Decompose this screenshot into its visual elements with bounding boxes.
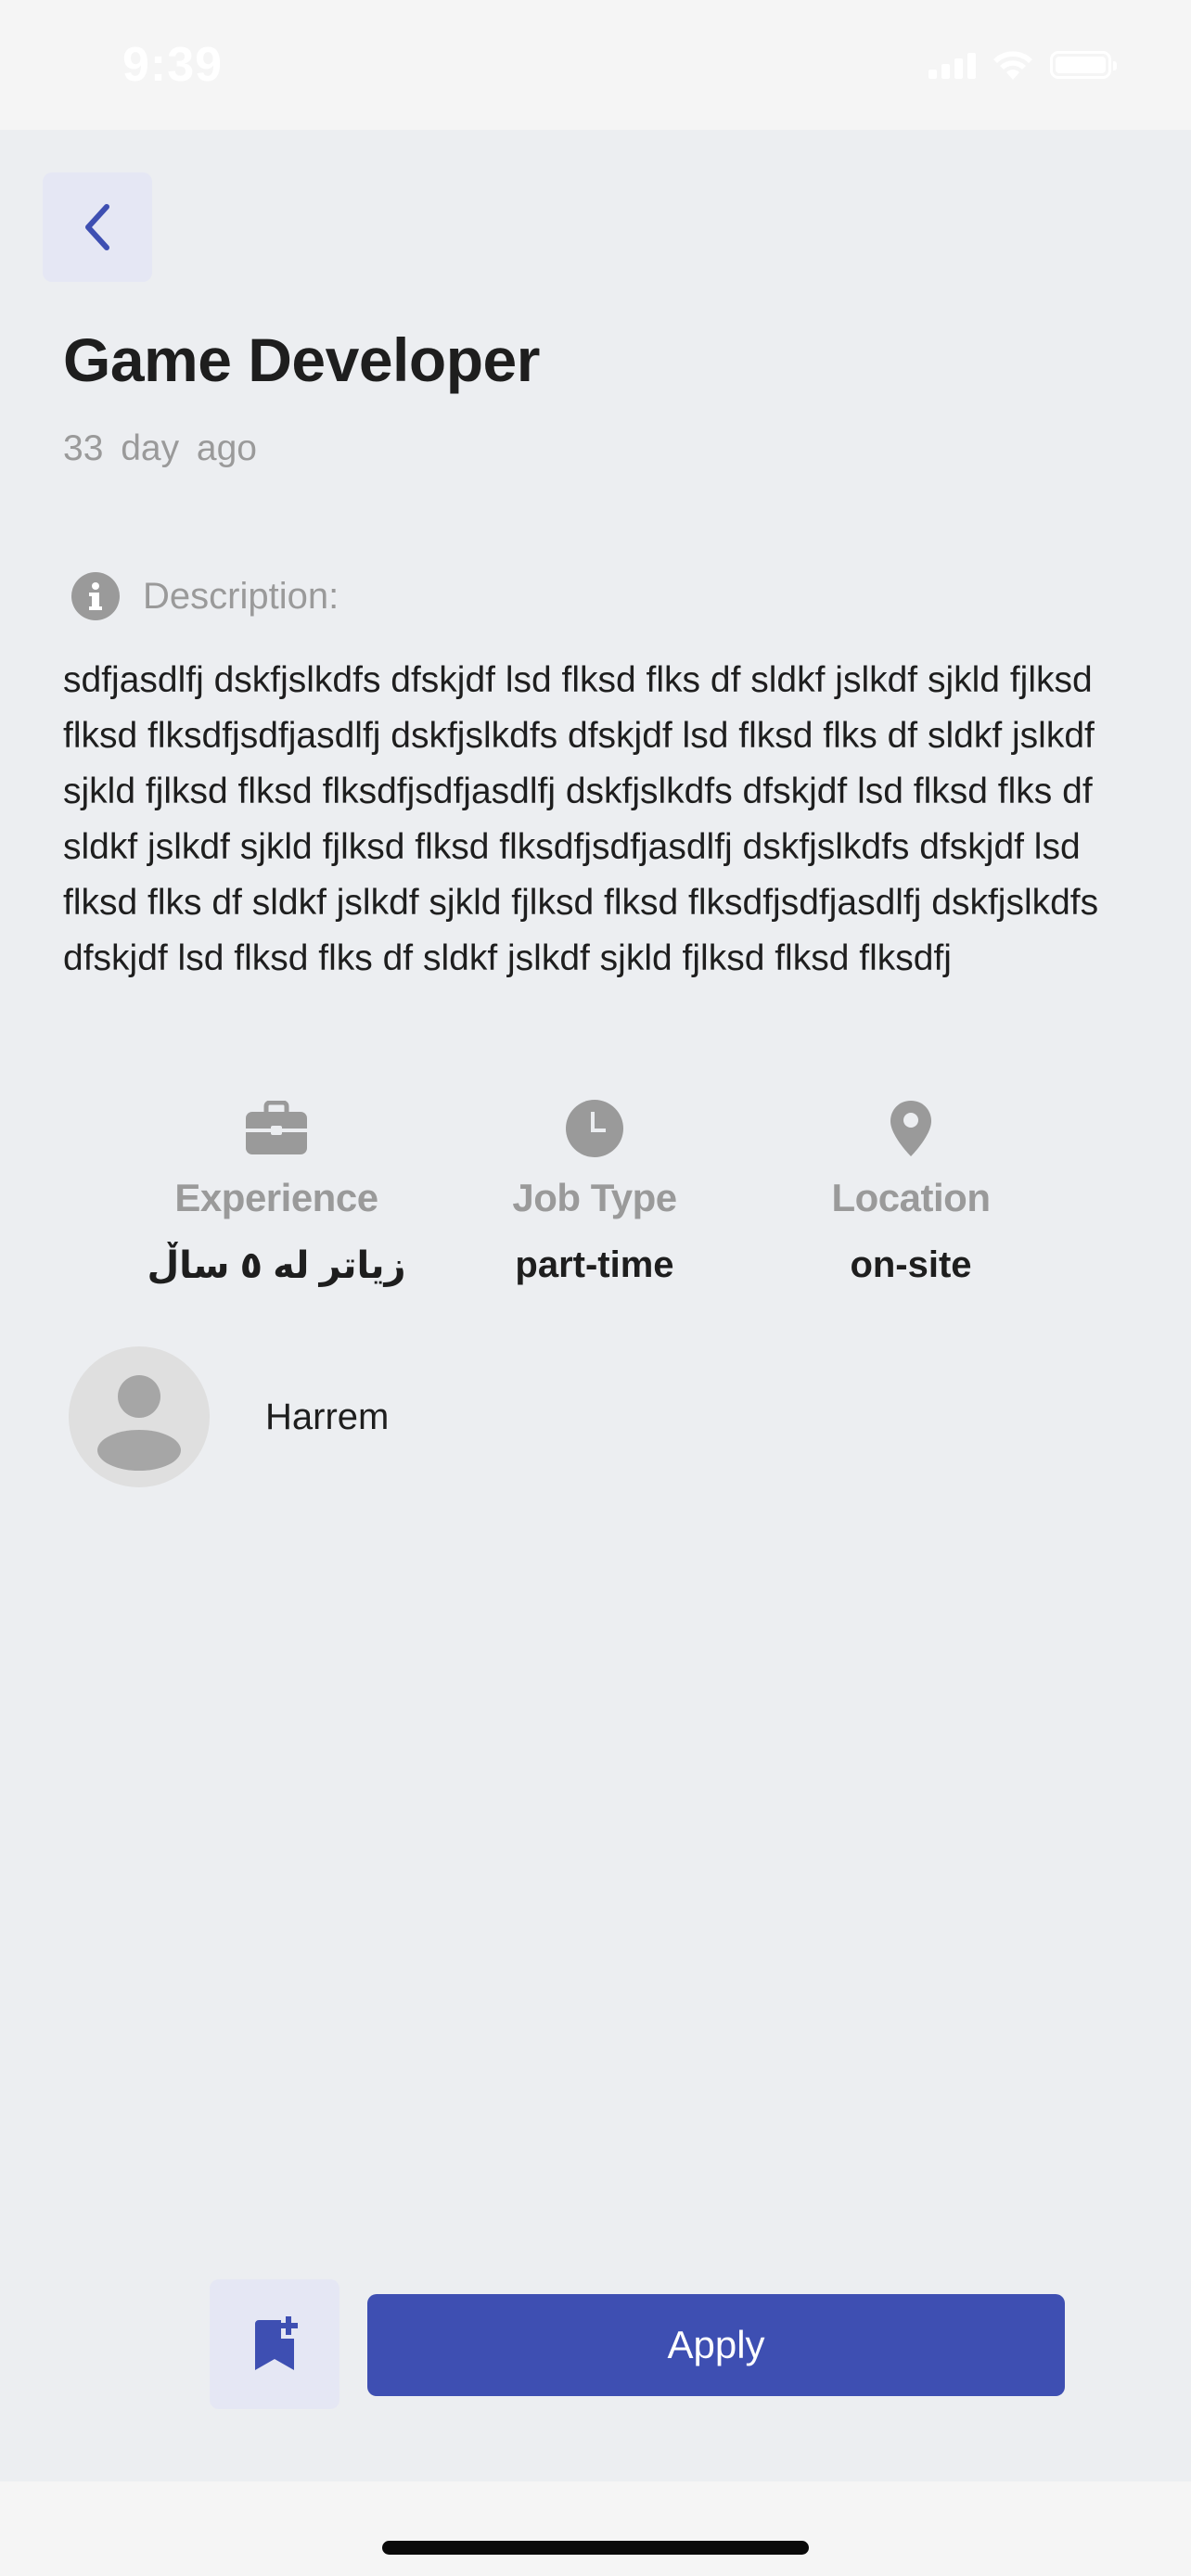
back-button[interactable]: [43, 172, 152, 282]
experience-info: Experience زیاتر لە ٥ ساڵ: [137, 1098, 416, 1287]
bottom-bar: [0, 2481, 1191, 2576]
battery-icon: [1050, 51, 1117, 79]
experience-label: Experience: [174, 1176, 378, 1219]
job-title: Game Developer: [63, 325, 540, 394]
bookmark-add-icon: [255, 2316, 298, 2370]
location-pin-icon: [890, 1101, 931, 1156]
job-type-info: Job Type part-time: [455, 1098, 734, 1286]
clock-icon: [566, 1100, 623, 1157]
location-label: Location: [831, 1176, 992, 1219]
job-type-value: part-time: [515, 1244, 674, 1285]
avatar: [69, 1346, 210, 1487]
home-indicator[interactable]: [382, 2541, 809, 2555]
chevron-left-icon: [85, 204, 109, 250]
status-icons: [928, 48, 1117, 82]
description-text: sdfjasdlfj dskfjslkdfs dfskjdf lsd flksd…: [63, 660, 1099, 978]
posted-time: 33 day ago: [63, 428, 258, 468]
wifi-icon: [993, 51, 1032, 80]
apply-button[interactable]: Apply: [367, 2294, 1065, 2396]
user-avatar-icon: [97, 1375, 181, 1471]
location-info: Location on-site: [772, 1098, 1050, 1286]
location-value: on-site: [850, 1244, 972, 1285]
bookmark-button[interactable]: [210, 2279, 339, 2409]
description-label: Description:: [143, 575, 339, 617]
experience-value: زیاتر لە ٥ ساڵ: [147, 1245, 406, 1286]
job-type-label: Job Type: [512, 1176, 677, 1219]
poster-profile[interactable]: Harrem: [69, 1346, 389, 1487]
poster-name: Harrem: [265, 1396, 390, 1437]
description-header: Description:: [70, 571, 339, 621]
job-info-row: Experience زیاتر لە ٥ ساڵ Job Type part-…: [0, 1098, 1191, 1302]
briefcase-icon: [246, 1101, 307, 1154]
cellular-signal-icon: [928, 51, 976, 79]
info-icon: [71, 572, 120, 620]
status-time: 9:39: [122, 38, 224, 92]
status-bar: 9:39: [0, 0, 1191, 130]
